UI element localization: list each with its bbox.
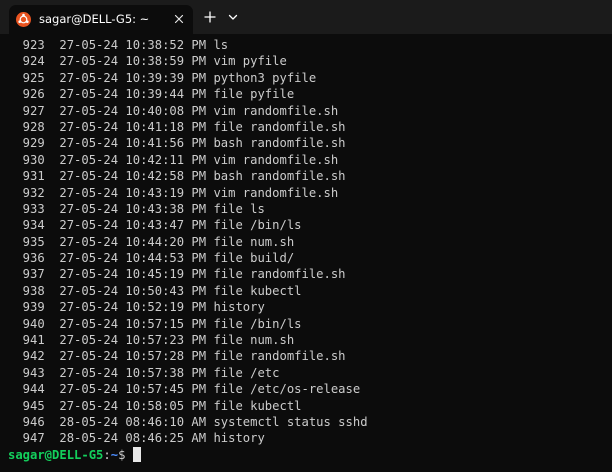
- history-line: 942 27-05-24 10:57:28 PM file randomfile…: [8, 349, 346, 364]
- history-line: 935 27-05-24 10:44:20 PM file num.sh: [8, 234, 295, 249]
- history-line: 943 27-05-24 10:57:38 PM file /etc: [8, 365, 280, 380]
- history-line: 928 27-05-24 10:41:18 PM file randomfile…: [8, 119, 346, 134]
- history-line: 937 27-05-24 10:45:19 PM file randomfile…: [8, 267, 346, 282]
- history-line: 927 27-05-24 10:40:08 PM vim randomfile.…: [8, 103, 339, 118]
- history-line: 932 27-05-24 10:43:19 PM vim randomfile.…: [8, 185, 339, 200]
- command-prompt[interactable]: sagar@DELL-G5:~$: [8, 447, 141, 463]
- prompt-path: ~: [110, 448, 119, 462]
- history-line: 947 28-05-24 08:46:25 AM history: [8, 431, 265, 446]
- chevron-down-icon: [228, 14, 238, 20]
- history-line: 931 27-05-24 10:42:58 PM bash randomfile…: [8, 169, 346, 184]
- terminal-window: sagar@DELL-G5: ~ 923 27-05-24 10:38:52 P…: [0, 0, 612, 472]
- close-icon[interactable]: [172, 12, 186, 26]
- history-line: 926 27-05-24 10:39:44 PM file pyfile: [8, 87, 295, 102]
- tab-title: sagar@DELL-G5: ~: [39, 12, 150, 26]
- history-line: 938 27-05-24 10:50:43 PM file kubectl: [8, 283, 302, 298]
- history-line: 930 27-05-24 10:42:11 PM vim randomfile.…: [8, 152, 339, 167]
- history-line: 941 27-05-24 10:57:23 PM file num.sh: [8, 333, 295, 348]
- new-tab-button[interactable]: [202, 9, 218, 25]
- history-line: 939 27-05-24 10:52:19 PM history: [8, 300, 265, 315]
- tab-bar: sagar@DELL-G5: ~: [0, 0, 612, 34]
- history-line: 929 27-05-24 10:41:56 PM bash randomfile…: [8, 136, 346, 151]
- history-line: 925 27-05-24 10:39:39 PM python3 pyfile: [8, 70, 317, 85]
- history-line: 923 27-05-24 10:38:52 PM ls: [8, 38, 229, 52]
- history-line: 924 27-05-24 10:38:59 PM vim pyfile: [8, 54, 287, 69]
- history-line: 945 27-05-24 10:58:05 PM file kubectl: [8, 398, 302, 413]
- history-line: 934 27-05-24 10:43:47 PM file /bin/ls: [8, 218, 302, 233]
- prompt-symbol: $: [118, 448, 133, 462]
- history-line: 936 27-05-24 10:44:53 PM file build/: [8, 251, 295, 266]
- terminal-output[interactable]: 923 27-05-24 10:38:52 PM ls 924 27-05-24…: [0, 34, 612, 472]
- history-line: 946 28-05-24 08:46:10 AM systemctl statu…: [8, 414, 368, 429]
- tab-terminal[interactable]: sagar@DELL-G5: ~: [9, 5, 193, 34]
- tab-dropdown-button[interactable]: [226, 10, 240, 24]
- history-line: 940 27-05-24 10:57:15 PM file /bin/ls: [8, 316, 302, 331]
- prompt-user-host: sagar@DELL-G5: [8, 448, 104, 462]
- prompt-separator: :: [103, 448, 111, 462]
- history-line: 933 27-05-24 10:43:38 PM file ls: [8, 201, 265, 216]
- text-cursor: [132, 447, 141, 462]
- history-line: 944 27-05-24 10:57:45 PM file /etc/os-re…: [8, 382, 361, 397]
- plus-icon: [204, 11, 216, 23]
- ubuntu-icon: [16, 12, 31, 27]
- history-output: 923 27-05-24 10:38:52 PM ls 924 27-05-24…: [8, 37, 368, 447]
